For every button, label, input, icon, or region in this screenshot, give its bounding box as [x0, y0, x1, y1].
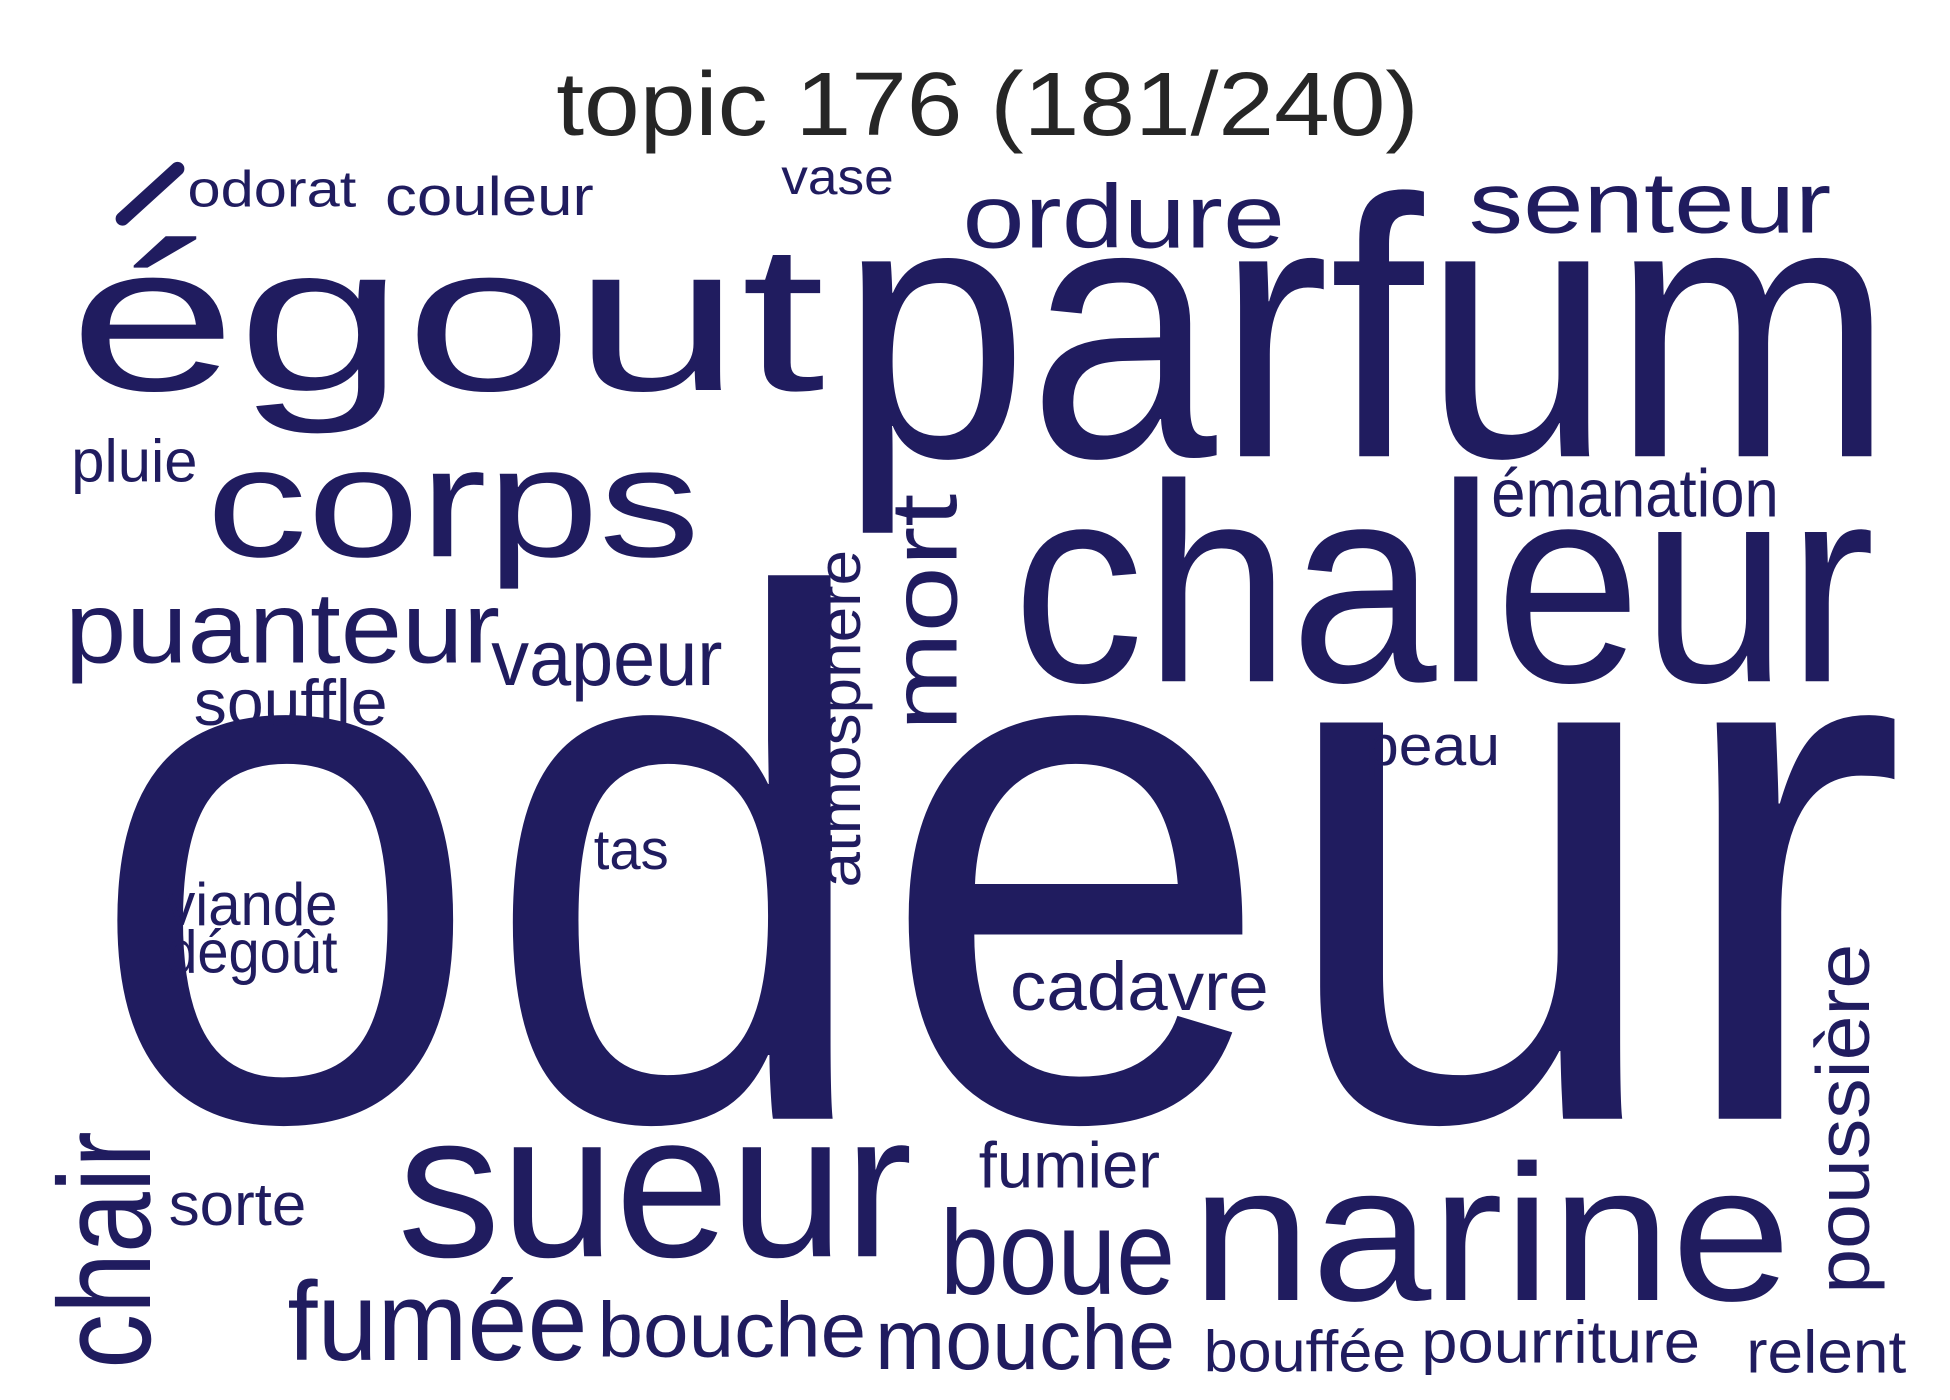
- word-tas: tas: [594, 818, 669, 881]
- word-pluie: pluie: [71, 427, 197, 494]
- word-vapeur: vapeur: [491, 614, 722, 702]
- word-bouche: bouche: [598, 1287, 867, 1373]
- word-pourriture: pourriture: [1421, 1309, 1700, 1376]
- word-couleur: couleur: [385, 165, 594, 227]
- word-émanation: émanation: [1491, 456, 1779, 531]
- word-corps: corps: [206, 416, 700, 590]
- word-sorte: sorte: [169, 1171, 307, 1238]
- word-bouffée: bouffée: [1204, 1319, 1407, 1384]
- word-peau: peau: [1365, 714, 1500, 777]
- word-vase: vase: [781, 149, 894, 205]
- word-odorat: odorat: [188, 160, 357, 217]
- word-relent: relent: [1746, 1319, 1906, 1386]
- word-atmosphère: atmosphère: [806, 550, 873, 888]
- word-chair: chair: [31, 1131, 178, 1369]
- word-mort: mort: [871, 494, 976, 732]
- word-poussière: poussière: [1801, 944, 1885, 1294]
- word-cloud: topic 176 (181/240) odeurparfumégoutchal…: [31, 55, 1907, 1388]
- word-mouche: mouche: [875, 1293, 1175, 1388]
- word-senteur: senteur: [1469, 156, 1832, 252]
- word-ordure: ordure: [963, 168, 1286, 268]
- word-dégoût: dégoût: [166, 919, 338, 986]
- word-égout: égout: [69, 202, 825, 435]
- word-souffle: souffle: [194, 666, 388, 739]
- word-fumée: fumée: [288, 1258, 588, 1384]
- word-cadavre: cadavre: [1010, 948, 1269, 1025]
- word-fumier: fumier: [979, 1129, 1160, 1202]
